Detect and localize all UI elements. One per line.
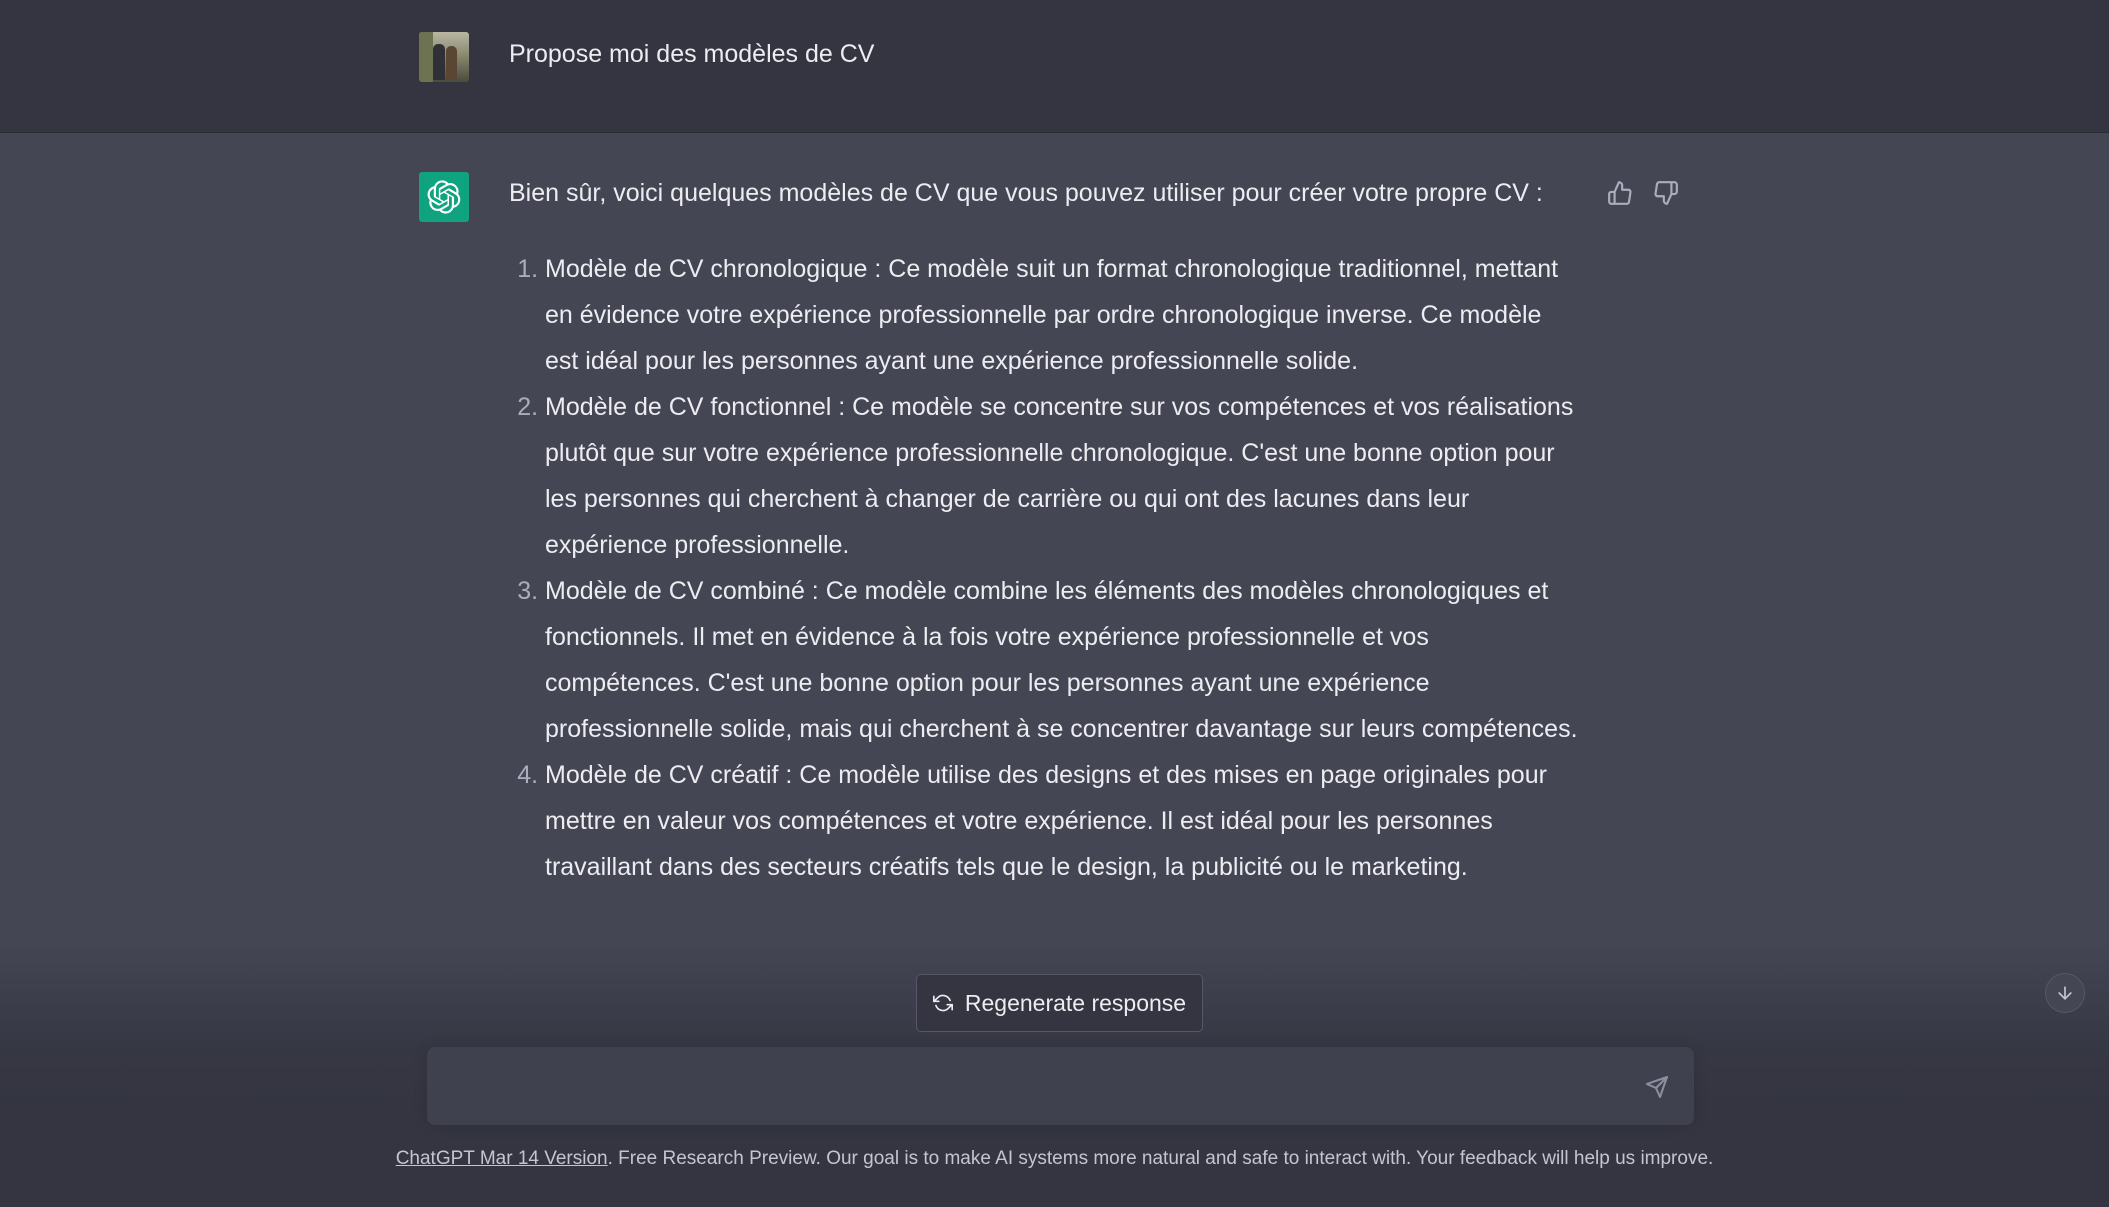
regenerate-response-button[interactable]: Regenerate response — [916, 974, 1203, 1032]
thumbs-up-button[interactable] — [1605, 178, 1635, 208]
list-item: Modèle de CV combiné : Ce modèle combine… — [545, 568, 1579, 752]
list-item: Modèle de CV chronologique : Ce modèle s… — [545, 246, 1579, 384]
footer-text: . Free Research Preview. Our goal is to … — [607, 1148, 1714, 1169]
thumbs-down-icon — [1654, 181, 1678, 205]
user-avatar — [419, 32, 469, 82]
scroll-to-bottom-button[interactable] — [2045, 973, 2085, 1013]
message-input-container — [427, 1047, 1694, 1125]
thumbs-down-button[interactable] — [1651, 178, 1681, 208]
assistant-message-content: Bien sûr, voici quelques modèles de CV q… — [509, 170, 1579, 890]
refresh-icon — [932, 994, 953, 1012]
user-message-row: Propose moi des modèles de CV — [0, 0, 2109, 133]
version-link[interactable]: ChatGPT Mar 14 Version — [396, 1148, 608, 1169]
cv-models-list: Modèle de CV chronologique : Ce modèle s… — [509, 246, 1579, 890]
assistant-intro-text: Bien sûr, voici quelques modèles de CV q… — [509, 179, 1543, 207]
arrow-down-icon — [2058, 986, 2072, 1000]
regenerate-label: Regenerate response — [964, 989, 1187, 1016]
send-button[interactable] — [1639, 1069, 1675, 1105]
send-icon — [1646, 1076, 1668, 1098]
thumbs-up-icon — [1608, 181, 1632, 205]
message-input[interactable] — [447, 1069, 1631, 1107]
list-item: Modèle de CV fonctionnel : Ce modèle se … — [545, 384, 1579, 568]
openai-logo-icon — [419, 172, 469, 222]
user-message-text: Propose moi des modèles de CV — [509, 40, 875, 68]
footer-disclaimer: ChatGPT Mar 14 Version. Free Research Pr… — [0, 1148, 2109, 1170]
list-item: Modèle de CV créatif : Ce modèle utilise… — [545, 752, 1579, 890]
